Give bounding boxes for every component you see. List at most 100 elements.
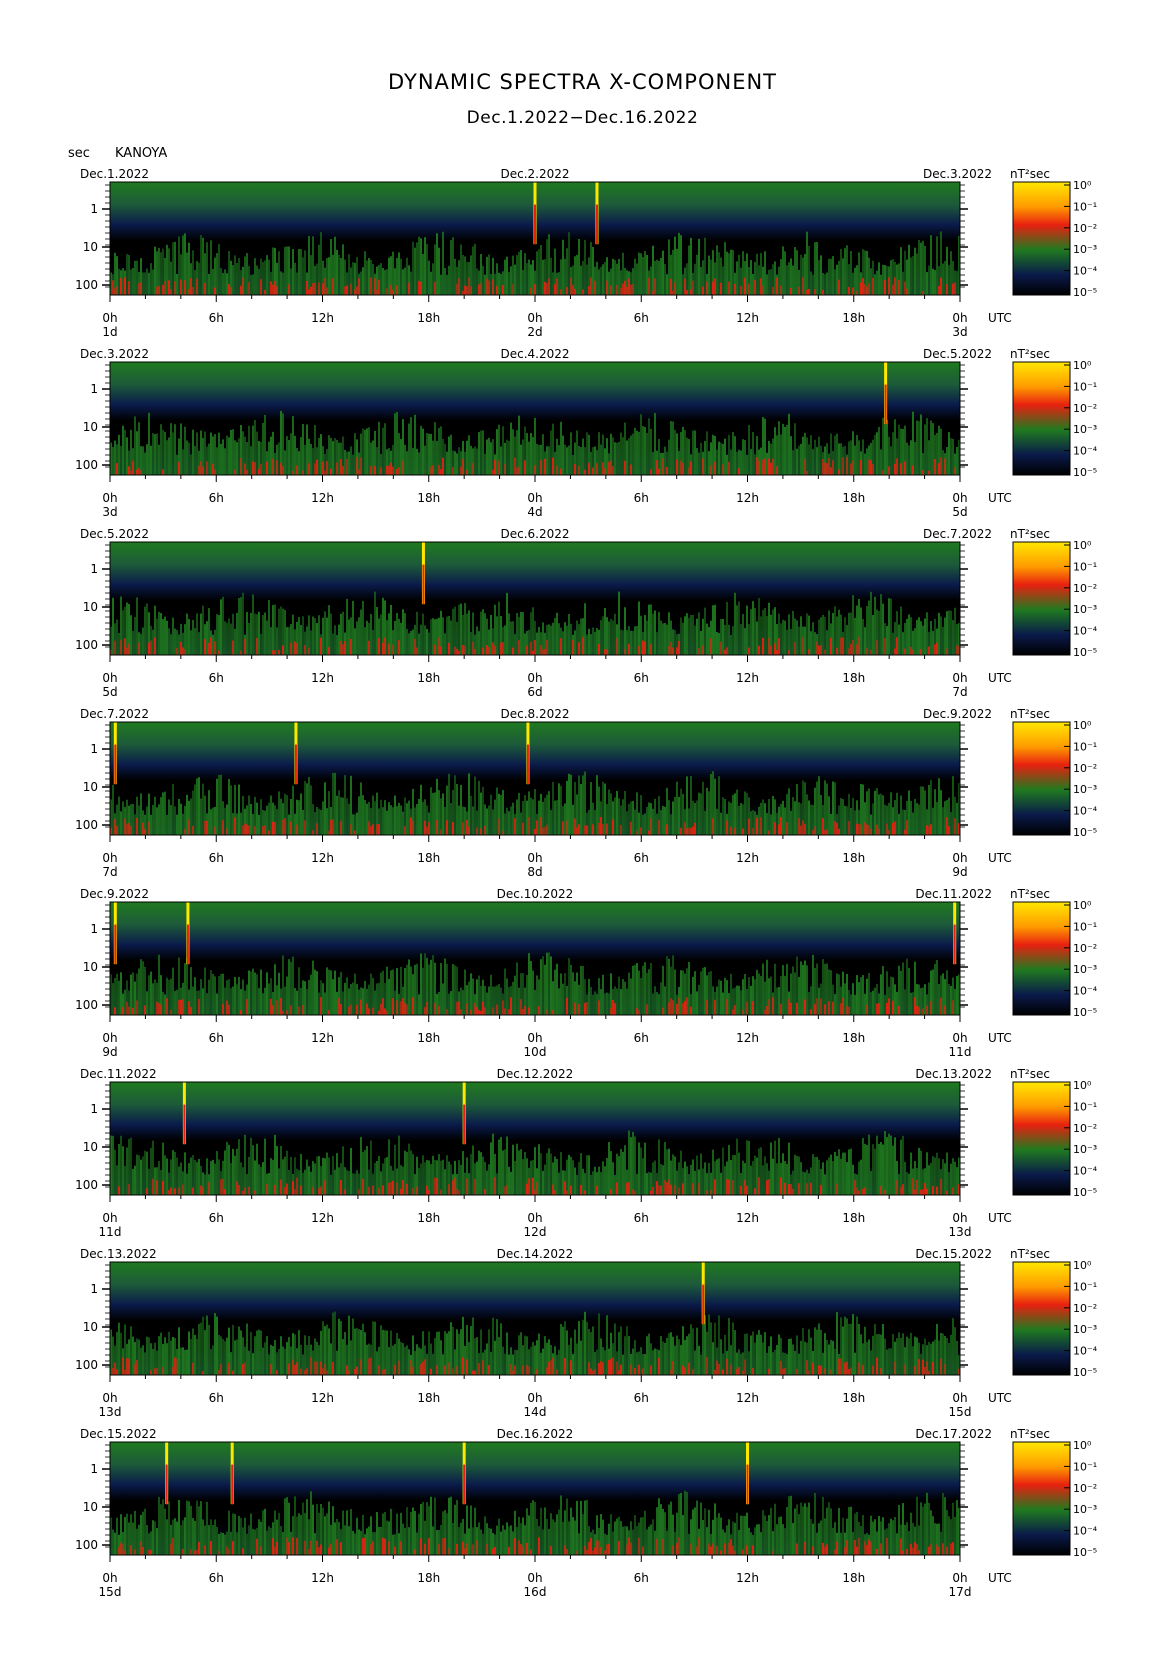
day-label: 11d — [99, 1225, 122, 1239]
activity-peak — [434, 644, 436, 655]
activity-streak — [292, 785, 294, 835]
activity-streak — [482, 430, 484, 475]
activity-streak — [826, 272, 828, 295]
activity-streak — [548, 952, 550, 1015]
activity-streak — [298, 451, 300, 475]
activity-streak — [824, 616, 826, 655]
activity-peak — [896, 1180, 898, 1195]
activity-streak — [498, 272, 500, 295]
activity-peak — [322, 461, 324, 475]
activity-peak — [128, 1183, 130, 1195]
activity-streak — [204, 967, 206, 1015]
activity-peak — [462, 645, 464, 655]
activity-streak — [262, 993, 264, 1015]
activity-peak — [670, 1369, 672, 1375]
activity-streak — [164, 994, 166, 1015]
activity-streak — [118, 1322, 120, 1375]
activity-peak — [672, 290, 674, 295]
activity-streak — [124, 1165, 126, 1195]
activity-peak — [298, 1006, 300, 1015]
activity-peak — [642, 1368, 644, 1375]
activity-streak — [322, 1157, 324, 1195]
activity-streak — [264, 260, 266, 295]
activity-streak — [458, 805, 460, 835]
activity-peak — [270, 998, 272, 1015]
activity-streak — [348, 254, 350, 295]
activity-streak — [890, 446, 892, 475]
activity-peak — [946, 1190, 948, 1195]
activity-peak — [314, 1361, 316, 1375]
activity-streak — [294, 435, 296, 475]
activity-streak — [600, 989, 602, 1015]
activity-streak — [328, 1157, 330, 1195]
activity-streak — [236, 442, 238, 475]
activity-streak — [642, 426, 644, 475]
activity-peak — [126, 823, 128, 835]
activity-streak — [458, 1333, 460, 1375]
activity-streak — [630, 978, 632, 1015]
utc-label: UTC — [988, 311, 1012, 325]
date-label-mid: Dec.2.2022 — [500, 167, 569, 181]
activity-peak — [930, 824, 932, 835]
activity-streak — [264, 1508, 266, 1555]
activity-peak — [734, 283, 736, 295]
activity-peak — [542, 649, 544, 655]
activity-peak — [932, 1361, 934, 1375]
activity-streak — [434, 422, 436, 475]
activity-streak — [144, 1150, 146, 1195]
activity-peak — [842, 997, 844, 1015]
activity-streak — [490, 273, 492, 295]
activity-streak — [206, 1158, 208, 1195]
activity-peak — [362, 1179, 364, 1195]
day-label: 7d — [952, 685, 967, 699]
activity-streak — [646, 1173, 648, 1195]
activity-streak — [882, 1144, 884, 1195]
activity-streak — [268, 983, 270, 1015]
activity-streak — [516, 1143, 518, 1195]
activity-streak — [288, 439, 290, 475]
activity-peak — [202, 1370, 204, 1375]
activity-streak — [300, 1514, 302, 1555]
activity-streak — [128, 1522, 130, 1555]
activity-streak — [576, 430, 578, 475]
activity-streak — [130, 1326, 132, 1375]
activity-streak — [914, 441, 916, 475]
activity-streak — [936, 802, 938, 835]
activity-streak — [640, 615, 642, 655]
activity-streak — [278, 1168, 280, 1195]
activity-peak — [904, 461, 906, 475]
activity-peak — [756, 457, 758, 475]
activity-streak — [690, 1164, 692, 1195]
activity-streak — [394, 620, 396, 655]
activity-streak — [756, 1157, 758, 1195]
activity-streak — [600, 266, 602, 295]
activity-streak — [746, 792, 748, 835]
activity-streak — [306, 424, 308, 475]
activity-peak — [304, 820, 306, 835]
activity-streak — [622, 437, 624, 475]
activity-streak — [732, 249, 734, 295]
activity-peak — [350, 824, 352, 835]
activity-streak — [508, 1354, 510, 1375]
activity-streak — [644, 813, 646, 835]
activity-peak — [446, 1009, 448, 1015]
activity-streak — [568, 232, 570, 295]
activity-streak — [234, 255, 236, 295]
activity-streak — [828, 258, 830, 295]
activity-peak — [370, 1544, 372, 1555]
activity-streak — [156, 433, 158, 475]
activity-peak — [532, 1177, 534, 1195]
activity-streak — [344, 1332, 346, 1375]
activity-peak — [660, 1185, 662, 1195]
colorbar-label: 10⁻⁴ — [1073, 265, 1098, 278]
activity-streak — [504, 1353, 506, 1375]
activity-peak — [722, 1369, 724, 1375]
activity-streak — [302, 809, 304, 835]
activity-streak — [298, 617, 300, 655]
activity-streak — [756, 969, 758, 1015]
activity-peak — [810, 1009, 812, 1015]
activity-streak — [874, 596, 876, 655]
activity-peak — [662, 1007, 664, 1015]
activity-peak — [276, 1370, 278, 1375]
activity-streak — [448, 773, 450, 835]
